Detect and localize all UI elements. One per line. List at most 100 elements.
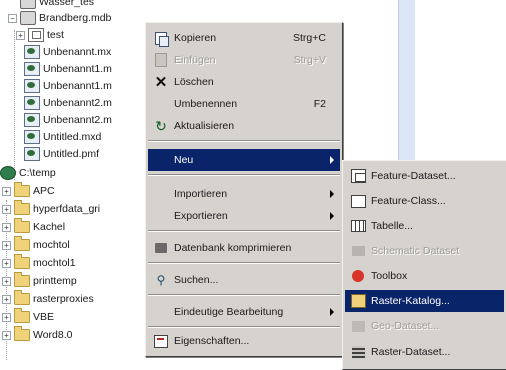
tree-item-label: Unbenannt1.m bbox=[43, 80, 112, 92]
tree-item-label: APC bbox=[33, 185, 55, 197]
tree-item[interactable]: + mochtol bbox=[2, 236, 70, 253]
tree-item[interactable]: Untitled.mxd bbox=[24, 129, 101, 145]
tree-item[interactable]: + Kachel bbox=[2, 218, 65, 235]
menu-item-rename[interactable]: Umbenennen F2 bbox=[148, 93, 340, 115]
map-document-icon bbox=[24, 96, 40, 110]
menu-item-copy[interactable]: Kopieren Strg+C bbox=[148, 27, 340, 49]
menu-item-label: Aktualisieren bbox=[174, 120, 235, 132]
menu-item-label: Umbenennen bbox=[174, 98, 238, 110]
feature-class-icon bbox=[350, 194, 366, 208]
menu-item-label: Eigenschaften... bbox=[174, 335, 250, 347]
tree-item[interactable]: + printtemp bbox=[2, 272, 77, 289]
tree-expander[interactable]: + bbox=[2, 222, 11, 232]
menu-item-properties[interactable]: Eigenschaften... bbox=[148, 330, 340, 352]
tree-expander[interactable]: + bbox=[2, 240, 11, 250]
menu-item-label: Importieren bbox=[174, 188, 228, 200]
tree-expander[interactable]: + bbox=[2, 258, 11, 268]
menu-item-refresh[interactable]: ↻ Aktualisieren bbox=[148, 115, 340, 137]
tree-item-label: Unbenannt2.m bbox=[43, 97, 112, 109]
tree-item[interactable]: + APC bbox=[2, 182, 55, 199]
tree-item[interactable]: Unbenannt1.m bbox=[24, 61, 112, 77]
menu-item-paste[interactable]: Einfügen Strg+V bbox=[148, 49, 340, 71]
submenu-item-schematic-dataset[interactable]: Schematic Dataset bbox=[345, 240, 504, 262]
tree-expander[interactable]: + bbox=[2, 276, 11, 286]
submenu-item-feature-class[interactable]: Feature-Class... bbox=[345, 190, 504, 212]
geodatabase-icon bbox=[20, 0, 36, 9]
tree-expander[interactable]: + bbox=[16, 30, 25, 40]
new-submenu: Feature-Dataset... Feature-Class... Tabe… bbox=[342, 160, 506, 370]
menu-item-shortcut: Strg+V bbox=[293, 54, 326, 66]
tree-item-label: hyperfdata_gri bbox=[33, 203, 101, 215]
submenu-item-toolbox[interactable]: Toolbox bbox=[345, 265, 504, 287]
submenu-item-label: Geo-Dataset... bbox=[371, 320, 440, 332]
catalog-tree: Wasser_tes − Brandberg.mdb + test Unbena… bbox=[0, 0, 160, 369]
menu-item-import[interactable]: Importieren bbox=[148, 183, 340, 205]
tree-item[interactable]: − Brandberg.mdb bbox=[8, 10, 111, 26]
tree-item-label: Word8.0 bbox=[33, 329, 73, 341]
tree-item-label: test bbox=[47, 29, 64, 41]
tree-item[interactable]: Unbenannt.mx bbox=[24, 44, 111, 60]
tree-expander[interactable]: + bbox=[2, 186, 11, 196]
tree-item[interactable]: Wasser_tes bbox=[8, 0, 94, 10]
tree-item-label: mochtol bbox=[33, 239, 70, 251]
schematic-icon bbox=[351, 246, 365, 256]
menu-separator bbox=[148, 174, 340, 176]
menu-item-distinct-edit[interactable]: Eindeutige Bearbeitung bbox=[148, 301, 340, 323]
menu-item-search[interactable]: ⚲ Suchen... bbox=[148, 269, 340, 291]
tree-expander[interactable]: + bbox=[2, 330, 11, 340]
tree-item[interactable]: Unbenannt1.m bbox=[24, 78, 112, 94]
menu-item-delete[interactable]: ✕ Löschen bbox=[148, 71, 340, 93]
submenu-item-label: Raster-Dataset... bbox=[371, 346, 451, 358]
submenu-arrow-icon bbox=[330, 212, 334, 220]
submenu-arrow-icon bbox=[330, 156, 334, 164]
menu-item-shortcut: F2 bbox=[313, 98, 326, 110]
tree-item[interactable]: Unbenannt2.m bbox=[24, 95, 112, 111]
tree-item-label: Brandberg.mdb bbox=[39, 12, 112, 24]
tree-item-label: C:\temp bbox=[19, 167, 56, 179]
search-icon: ⚲ bbox=[156, 273, 166, 287]
tree-item[interactable]: C:\temp bbox=[0, 165, 56, 181]
submenu-item-raster-dataset[interactable]: Raster-Dataset... bbox=[345, 341, 504, 363]
folder-icon bbox=[14, 308, 30, 323]
menu-item-new[interactable]: Neu bbox=[148, 149, 340, 171]
tree-expander[interactable]: − bbox=[8, 13, 17, 23]
map-document-icon bbox=[24, 113, 40, 127]
menu-separator bbox=[148, 326, 340, 328]
tree-item[interactable]: + hyperfdata_gri bbox=[2, 200, 101, 217]
tree-item-label: Untitled.mxd bbox=[43, 131, 102, 143]
properties-icon bbox=[154, 334, 168, 348]
menu-item-export[interactable]: Exportieren bbox=[148, 205, 340, 227]
tree-item[interactable]: + VBE bbox=[2, 308, 54, 325]
folder-icon bbox=[14, 326, 30, 341]
refresh-icon: ↻ bbox=[155, 117, 167, 134]
tree-item[interactable]: + rasterproxies bbox=[2, 290, 94, 307]
tree-item[interactable]: + test bbox=[16, 27, 64, 43]
context-menu: Kopieren Strg+C Einfügen Strg+V ✕ Lösche… bbox=[145, 22, 343, 357]
tree-expander[interactable]: + bbox=[2, 204, 11, 214]
map-document-icon bbox=[24, 45, 40, 59]
menu-separator bbox=[148, 140, 340, 142]
folder-icon bbox=[14, 290, 30, 305]
submenu-item-table[interactable]: Tabelle... bbox=[345, 215, 504, 237]
tree-item[interactable]: + Word8.0 bbox=[2, 326, 73, 343]
submenu-item-feature-dataset[interactable]: Feature-Dataset... bbox=[345, 165, 504, 187]
raster-dataset-icon bbox=[351, 346, 365, 358]
menu-item-compact-database[interactable]: Datenbank komprimieren bbox=[148, 237, 340, 259]
menu-item-label: Eindeutige Bearbeitung bbox=[174, 306, 284, 318]
raster-catalog-icon bbox=[350, 294, 366, 308]
folder-icon bbox=[14, 200, 30, 215]
submenu-item-raster-catalog[interactable]: Raster-Katalog... bbox=[345, 290, 504, 312]
tree-expander[interactable]: + bbox=[2, 294, 11, 304]
tree-item[interactable]: + mochtol1 bbox=[2, 254, 76, 271]
tree-expander[interactable]: + bbox=[2, 312, 11, 322]
compress-icon bbox=[155, 243, 167, 253]
tree-item-label: Unbenannt1.m bbox=[43, 63, 112, 75]
folder-icon bbox=[14, 236, 30, 251]
submenu-item-geodataset[interactable]: Geo-Dataset... bbox=[345, 315, 504, 337]
submenu-item-label: Tabelle... bbox=[371, 220, 414, 232]
feature-dataset-icon bbox=[28, 28, 44, 42]
menu-item-label: Einfügen bbox=[174, 54, 216, 66]
tree-item[interactable]: Untitled.pmf bbox=[24, 146, 99, 162]
copy-icon bbox=[155, 31, 169, 47]
tree-item[interactable]: Unbenannt2.m bbox=[24, 112, 112, 128]
